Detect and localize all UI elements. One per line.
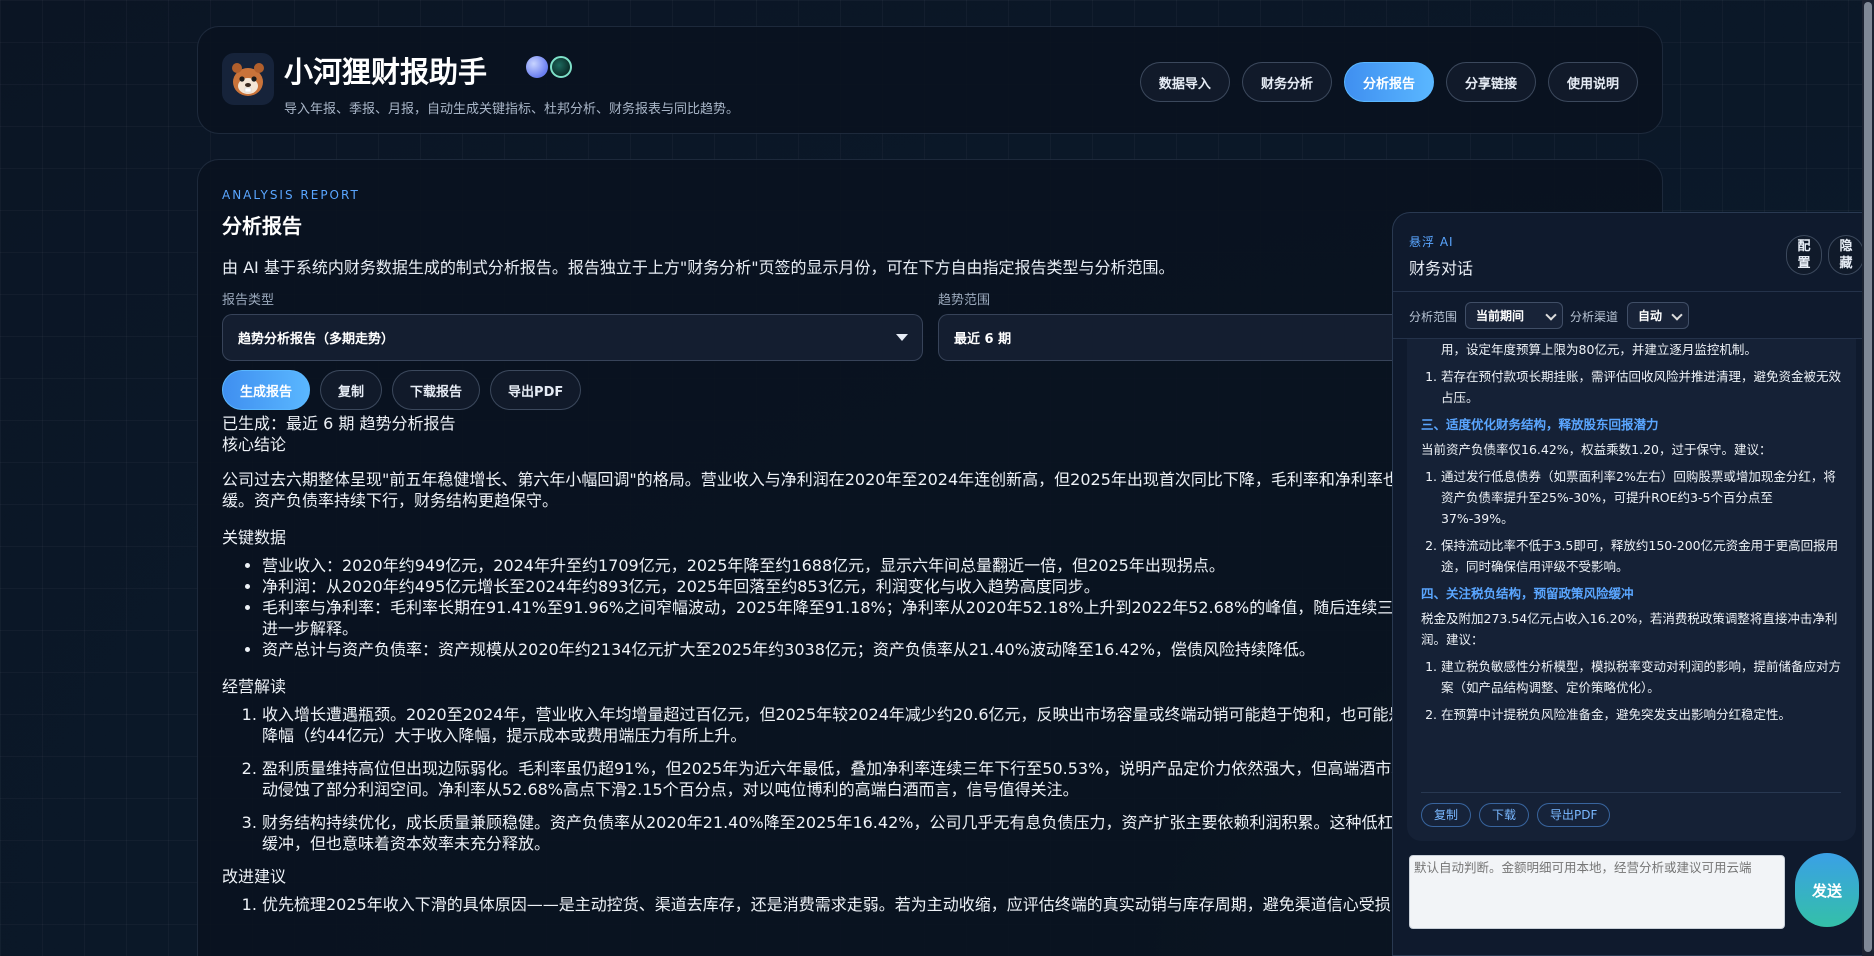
- send-button[interactable]: 发送: [1795, 853, 1859, 927]
- generate-report-button[interactable]: 生成报告: [222, 370, 311, 410]
- report-type-value: 趋势分析报告（多期走势）: [238, 332, 395, 347]
- list-item: 保持流动比率不低于3.5即可，释放约150-200亿元资金用于更高回报用途，同时…: [1441, 535, 1842, 577]
- page-scrollbar[interactable]: [1862, 0, 1874, 956]
- scope-value: 当前期间: [1476, 309, 1525, 323]
- chevron-down-icon: [1671, 309, 1683, 321]
- nav-data-import[interactable]: 数据导入: [1139, 62, 1230, 102]
- message-text: 当前资产负债率仅16.42%，权益乘数1.20，过于保守。建议：: [1421, 442, 1772, 457]
- report-description: 由 AI 基于系统内财务数据生成的制式分析报告。报告独立于上方"财务分析"页签的…: [222, 258, 1175, 277]
- scope-select[interactable]: 当前期间: [1465, 302, 1563, 329]
- message-text: 用，设定年度预算上限为80亿元，并建立逐月监控机制。: [1441, 342, 1757, 357]
- chat-input[interactable]: [1409, 855, 1785, 929]
- list-item: 若存在预付款项长期挂账，需评估回收风险并推进清理，避免资金被无效占压。: [1441, 366, 1842, 408]
- export-pdf-message-button[interactable]: 导出PDF: [1537, 803, 1611, 827]
- app-header: 小河狸财报助手 导入年报、季报、月报，自动生成关键指标、杜邦分析、财务报表与同比…: [197, 26, 1663, 134]
- beaver-logo-icon: [222, 53, 274, 105]
- report-type-select[interactable]: 趋势分析报告（多期走势）: [222, 314, 923, 361]
- channel-label: 分析渠道: [1570, 310, 1619, 324]
- trend-range-value: 最近 6 期: [954, 332, 1012, 347]
- theme-orb-icon[interactable]: [526, 56, 548, 78]
- chat-title: 财务对话: [1409, 259, 1474, 278]
- message-heading: 四、关注税负结构，预留政策风险缓冲: [1421, 586, 1634, 601]
- list-item: 通过发行低息债券（如票面利率2%左右）回购股票或增加现金分红，将资产负债率提升至…: [1441, 466, 1842, 529]
- message-list: 若存在预付款项长期挂账，需评估回收风险并推进清理，避免资金被无效占压。: [1441, 366, 1842, 408]
- message-list: 建立税负敏感性分析模型，模拟税率变动对利润的影响，提前储备应对方案（如产品结构调…: [1441, 656, 1842, 725]
- list-item: 在预算中计提税负风险准备金，避免突发支出影响分红稳定性。: [1441, 704, 1842, 725]
- copy-button[interactable]: 复制: [320, 370, 383, 410]
- chat-eyebrow: 悬浮 AI: [1409, 235, 1454, 249]
- message-text: 税金及附加273.54亿元占收入16.20%，若消费税政策调整将直接冲击净利润。…: [1421, 611, 1838, 647]
- app-title: 小河狸财报助手: [284, 55, 488, 89]
- nav-financial-analysis[interactable]: 财务分析: [1241, 62, 1332, 102]
- nav-analysis-report[interactable]: 分析报告: [1343, 62, 1434, 102]
- ai-chat-panel: 悬浮 AI 财务对话 配置 隐藏 分析范围 当前期间 分析渠道 自动 用，设定年…: [1392, 212, 1874, 956]
- nav-user-guide[interactable]: 使用说明: [1547, 62, 1638, 102]
- status-dots: [526, 56, 572, 78]
- download-report-button[interactable]: 下载报告: [392, 370, 481, 410]
- hide-button[interactable]: 隐藏: [1828, 235, 1864, 275]
- chevron-down-icon: [896, 334, 908, 341]
- hide-label: 隐藏: [1839, 239, 1853, 271]
- main-nav: 数据导入 财务分析 分析报告 分享链接 使用说明: [1139, 62, 1638, 102]
- chat-options-bar: 分析范围 当前期间 分析渠道 自动: [1393, 291, 1873, 339]
- channel-value: 自动: [1638, 309, 1663, 323]
- download-message-button[interactable]: 下载: [1479, 803, 1530, 827]
- config-button[interactable]: 配置: [1786, 235, 1822, 275]
- trend-range-label: 趋势范围: [938, 293, 991, 308]
- chat-messages[interactable]: 用，设定年度预算上限为80亿元，并建立逐月监控机制。 若存在预付款项长期挂账，需…: [1407, 339, 1856, 849]
- message-heading: 三、适度优化财务结构，释放股东回报潜力: [1421, 417, 1659, 432]
- app-subtitle: 导入年报、季报、月报，自动生成关键指标、杜邦分析、财务报表与同比趋势。: [284, 102, 740, 117]
- report-title: 分析报告: [222, 214, 302, 238]
- message-actions: 复制 下载 导出PDF: [1421, 792, 1841, 827]
- status-orb-icon[interactable]: [550, 56, 572, 78]
- assistant-message: 用，设定年度预算上限为80亿元，并建立逐月监控机制。 若存在预付款项长期挂账，需…: [1407, 339, 1856, 841]
- list-item: 建立税负敏感性分析模型，模拟税率变动对利润的影响，提前储备应对方案（如产品结构调…: [1441, 656, 1842, 698]
- copy-message-button[interactable]: 复制: [1421, 803, 1472, 827]
- chevron-down-icon: [1545, 309, 1557, 321]
- nav-share-link[interactable]: 分享链接: [1445, 62, 1536, 102]
- message-list: 通过发行低息债券（如票面利率2%左右）回购股票或增加现金分红，将资产负债率提升至…: [1441, 466, 1842, 577]
- scrollbar-thumb[interactable]: [1864, 2, 1872, 952]
- config-label: 配置: [1797, 239, 1811, 271]
- report-type-label: 报告类型: [222, 293, 275, 308]
- channel-select[interactable]: 自动: [1627, 302, 1689, 329]
- report-eyebrow: ANALYSIS REPORT: [222, 188, 360, 202]
- report-actions: 生成报告 复制 下载报告 导出PDF: [222, 370, 582, 410]
- export-pdf-button[interactable]: 导出PDF: [490, 370, 582, 410]
- scope-label: 分析范围: [1409, 310, 1458, 324]
